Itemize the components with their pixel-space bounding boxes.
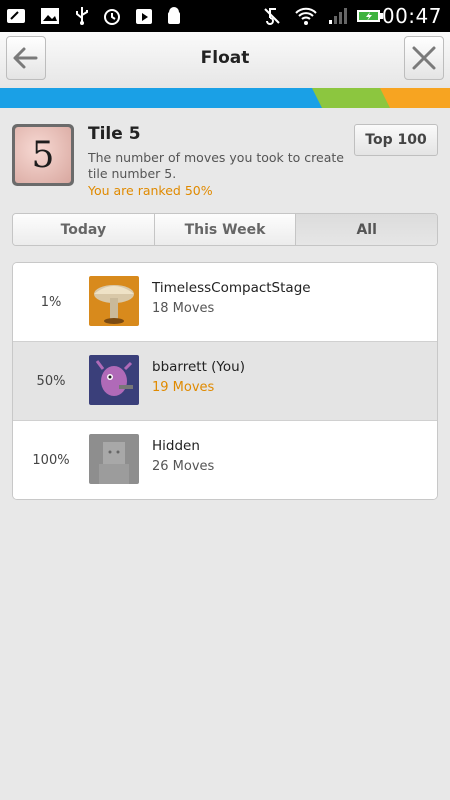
status-time: 00:47 — [381, 4, 442, 28]
top-100-button[interactable]: Top 100 — [354, 124, 438, 156]
mushroom-avatar — [89, 276, 139, 326]
mute-icon — [264, 8, 280, 25]
tile-number: 5 — [15, 127, 71, 183]
action-bar: Float — [0, 32, 450, 89]
wifi-icon — [295, 7, 317, 25]
player-moves: 18 Moves — [152, 301, 215, 316]
nfc-icon — [7, 9, 25, 23]
signal-icon — [329, 8, 347, 24]
battery-charging-icon — [357, 10, 383, 22]
list-item[interactable]: 100% Hidden 26 Moves — [13, 421, 437, 499]
android-debug-icon — [168, 7, 180, 24]
creature-avatar — [89, 355, 139, 405]
usb-icon — [76, 7, 88, 25]
status-bar: 00:47 — [0, 0, 450, 32]
tab-all[interactable]: All — [296, 214, 437, 245]
time-filter-tabs: Today This Week All — [12, 213, 438, 246]
screen-title: Float — [200, 48, 250, 68]
play-store-icon — [136, 9, 152, 24]
tile-description: The number of moves you took to create t… — [88, 150, 344, 181]
close-button[interactable] — [404, 36, 444, 80]
player-moves: 19 Moves — [152, 380, 215, 395]
rank-percent: 100% — [32, 452, 70, 468]
tab-this-week[interactable]: This Week — [154, 214, 297, 245]
close-icon — [412, 46, 436, 70]
list-item[interactable]: 1% TimelessCompactStage 18 Moves — [13, 263, 437, 342]
alarm-icon — [104, 9, 120, 25]
image-icon — [41, 8, 59, 24]
tile-title: Tile 5 — [88, 124, 141, 144]
player-name: Hidden — [152, 438, 200, 454]
tab-today[interactable]: Today — [13, 214, 155, 245]
tile-header: 5 Tile 5 The number of moves you took to… — [0, 108, 450, 208]
tile-thumbnail: 5 — [12, 124, 74, 186]
player-name: TimelessCompactStage — [152, 280, 311, 296]
stripe-orange — [380, 88, 450, 108]
list-item-current-user[interactable]: 50% bbarrett (You) 19 Moves — [13, 342, 437, 421]
leaderboard-list: 1% TimelessCompactStage 18 Moves 50% bba… — [12, 262, 438, 500]
brand-stripe — [0, 88, 450, 108]
rank-percent: 1% — [40, 294, 62, 310]
player-moves: 26 Moves — [152, 459, 215, 474]
rank-percent: 50% — [36, 373, 66, 389]
player-name: bbarrett (You) — [152, 359, 245, 375]
user-rank-text: You are ranked 50% — [88, 183, 213, 198]
default-avatar — [89, 434, 139, 484]
